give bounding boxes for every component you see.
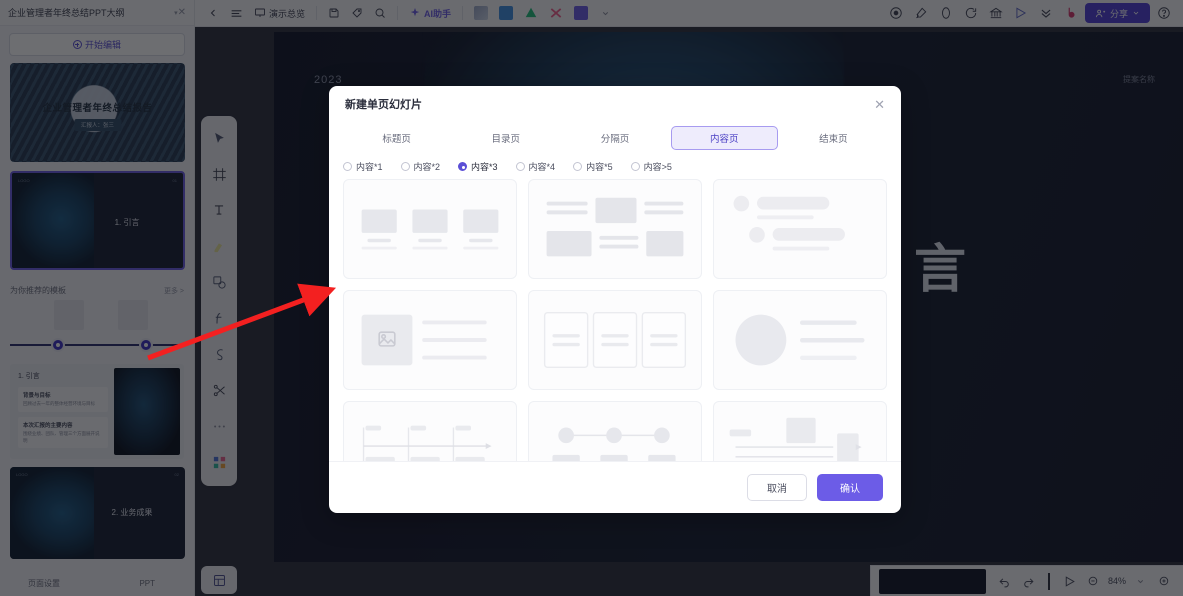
three-box-caption-preview: [361, 209, 499, 250]
template-card-timeline-steps[interactable]: [343, 401, 517, 461]
cancel-button[interactable]: 取消: [747, 474, 807, 501]
tab-content-page[interactable]: 内容页: [670, 126, 778, 150]
image-lines-preview: [361, 314, 487, 366]
radio-dot-icon: [630, 162, 640, 171]
template-card-three-panels[interactable]: [528, 290, 702, 390]
template-card-scroll[interactable]: [329, 179, 901, 461]
app-root: 企业管理者年终总结PPT大纲 ▾ ✕ 开始编辑 企业管理者年终总结报告 汇报人：…: [0, 0, 1183, 596]
dialog-title: 新建单页幻灯片: [345, 99, 422, 111]
radio-dot-icon: [573, 162, 583, 171]
tab-toc-page[interactable]: 目录页: [452, 126, 559, 150]
radio-content-1[interactable]: 内容*1: [343, 160, 383, 173]
template-card-three-cards-row[interactable]: [343, 179, 517, 279]
template-card-circle-and-lines[interactable]: [713, 290, 887, 390]
template-card-flow-boxes[interactable]: [713, 401, 887, 461]
three-panels-preview: [543, 311, 687, 369]
radio-dot-icon: [515, 162, 525, 171]
tab-title-page[interactable]: 标题页: [343, 126, 450, 150]
radio-content-more[interactable]: 内容>5: [630, 160, 672, 173]
circle-lines-preview: [735, 314, 865, 366]
content-count-radio-group: 内容*1 内容*2 内容*3 内容*4 内容*5 内容>5: [329, 150, 901, 179]
radio-label: 内容*3: [471, 162, 498, 172]
process-nodes-preview: [552, 427, 676, 461]
radio-dot-icon: [458, 162, 468, 171]
radio-content-2[interactable]: 内容*2: [400, 160, 441, 173]
template-card-image-and-lines[interactable]: [343, 290, 517, 390]
template-card-pill-list[interactable]: [713, 179, 887, 279]
radio-label: 内容*1: [356, 162, 383, 172]
dialog-tabs: 标题页 目录页 分隔页 内容页 结束页: [329, 122, 901, 150]
radio-content-3[interactable]: 内容*3: [458, 160, 498, 173]
dialog-header: 新建单页幻灯片 ✕: [329, 86, 901, 122]
radio-label: 内容*5: [586, 162, 613, 172]
radio-label: 内容>5: [643, 162, 672, 172]
radio-content-4[interactable]: 内容*4: [515, 160, 556, 173]
radio-dot-icon: [400, 162, 410, 171]
radio-label: 内容*2: [413, 162, 441, 172]
timeline-steps-preview: [362, 425, 492, 461]
tab-ending-page[interactable]: 结束页: [780, 126, 887, 150]
flow-boxes-preview: [729, 417, 862, 461]
mixed-blocks-preview: [546, 197, 684, 257]
template-card-mixed-blocks[interactable]: [528, 179, 702, 279]
confirm-button[interactable]: 确认: [817, 474, 883, 501]
template-card-grid: [343, 179, 887, 461]
close-icon[interactable]: ✕: [874, 98, 885, 111]
pill-list-preview: [733, 195, 845, 251]
template-card-process-nodes[interactable]: [528, 401, 702, 461]
new-slide-dialog: 新建单页幻灯片 ✕ 标题页 目录页 分隔页 内容页 结束页 内容*1 内容*2 …: [329, 86, 901, 513]
dialog-footer: 取消 确认: [329, 461, 901, 513]
radio-content-5[interactable]: 内容*5: [573, 160, 613, 173]
tab-divider-page[interactable]: 分隔页: [561, 126, 668, 150]
radio-label: 内容*4: [528, 162, 556, 172]
radio-dot-icon: [343, 162, 352, 171]
